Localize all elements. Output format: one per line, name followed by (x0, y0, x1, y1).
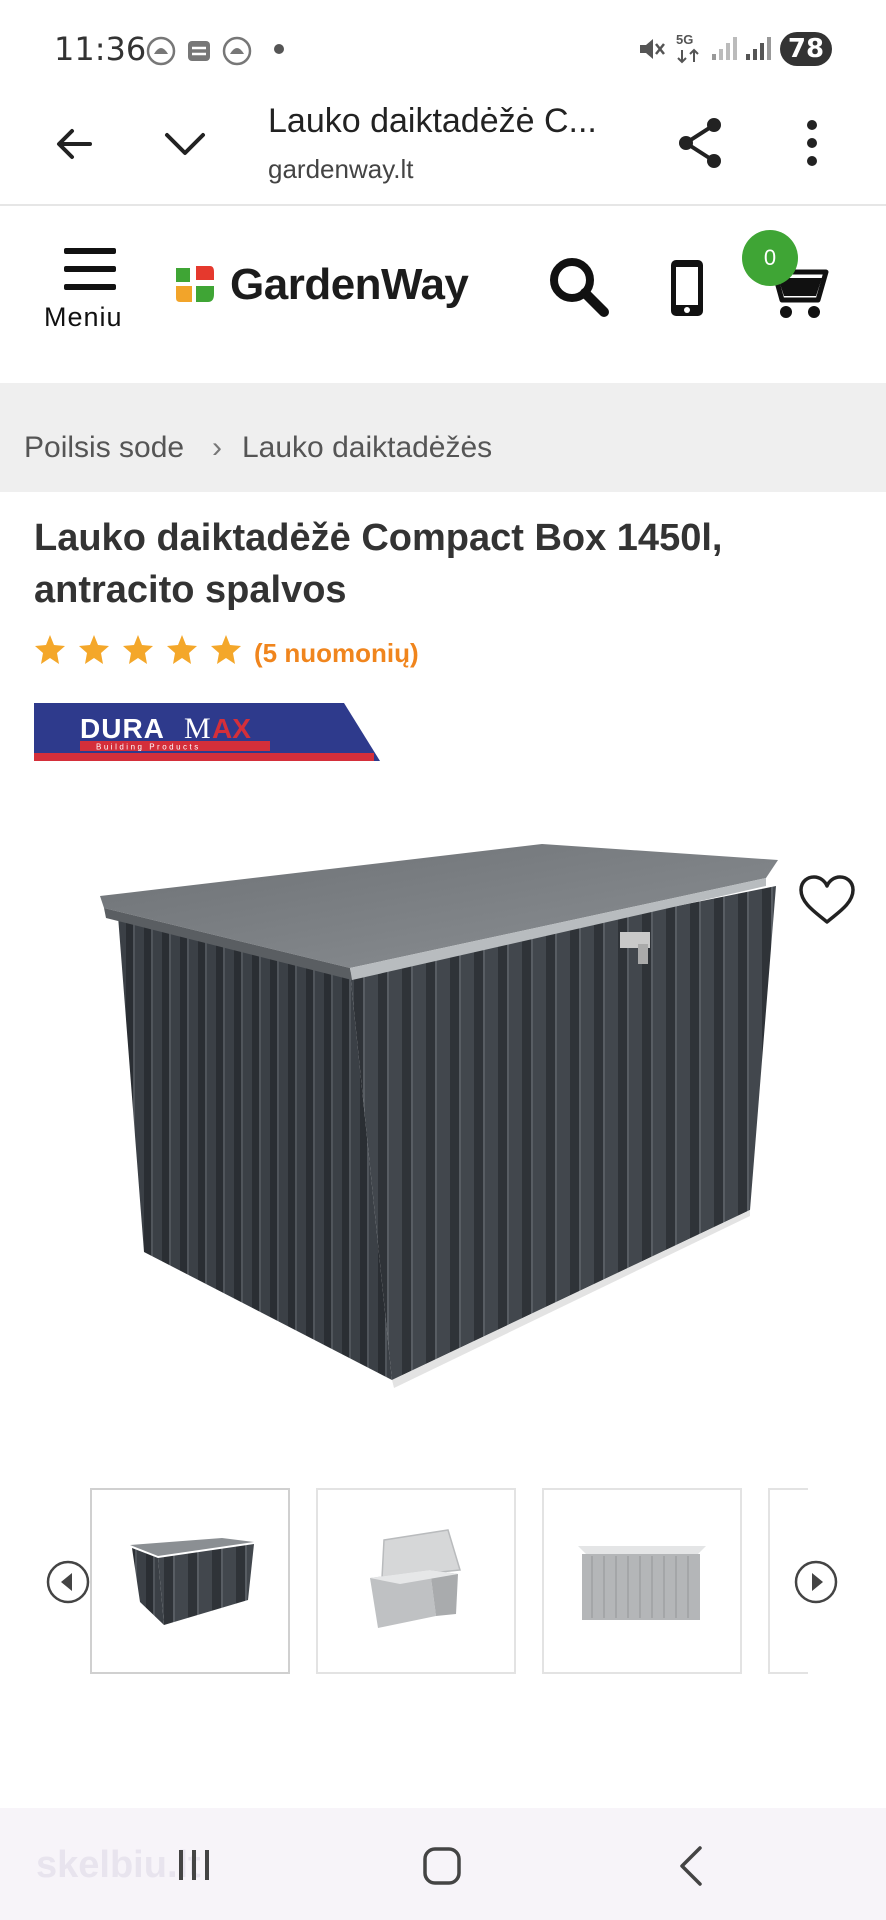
menu-label[interactable]: Meniu (44, 302, 123, 333)
5g-icon: 5G (676, 32, 699, 64)
page-title[interactable]: Lauko daiktadėžė C... (268, 102, 628, 141)
site-header: Meniu GardenWay 0 (0, 206, 886, 382)
thumbnail-2[interactable] (316, 1488, 516, 1674)
breadcrumb-separator: › (212, 431, 222, 464)
breadcrumb-item[interactable]: Poilsis sode (24, 431, 184, 465)
star-icon (79, 635, 109, 664)
battery-indicator: 78 (780, 32, 832, 66)
duramax-brand-logo[interactable]: DURA M AX Building Products (34, 703, 380, 761)
notification-icon (188, 41, 210, 61)
svg-text:M: M (184, 712, 211, 745)
star-icon (211, 635, 241, 664)
thumbnail-image (130, 1538, 254, 1625)
search-icon[interactable] (548, 256, 610, 318)
system-nav-bar: skelbiu.lt (0, 1808, 886, 1920)
reviews-link[interactable]: (5 nuomonių) (254, 638, 419, 669)
star-icon (123, 635, 153, 664)
heart-icon[interactable] (798, 874, 856, 926)
share-icon[interactable] (676, 116, 726, 170)
status-time: 11:36 (54, 30, 147, 68)
breadcrumb-item[interactable]: Lauko daiktadėžės (242, 431, 492, 465)
phone-icon[interactable] (668, 258, 706, 318)
back-arrow-icon[interactable] (52, 122, 96, 166)
home-icon[interactable] (422, 1846, 462, 1886)
signal-icon (746, 37, 771, 60)
signal-icon (712, 37, 737, 60)
star-icon (167, 635, 197, 664)
more-notifications-dot (274, 44, 284, 54)
chevron-down-icon[interactable] (162, 124, 208, 164)
carousel-next-icon[interactable] (794, 1560, 838, 1604)
hamburger-menu-icon[interactable] (64, 246, 116, 292)
thumbnail-image (578, 1546, 706, 1620)
logo-text[interactable]: GardenWay (230, 260, 469, 310)
more-options-icon[interactable] (800, 116, 824, 170)
browser-toolbar: Lauko daiktadėžė C... gardenway.lt (0, 98, 886, 206)
svg-text:AX: AX (212, 713, 251, 744)
breadcrumb: Poilsis sode › Lauko daiktadėžės (0, 383, 886, 492)
product-title: Lauko daiktadėžė Compact Box 1450l, antr… (34, 517, 723, 611)
notification-icon (222, 36, 252, 66)
status-bar: 11:36 5G 78 (0, 0, 886, 98)
star-icon (35, 635, 65, 664)
carousel-prev-icon[interactable] (46, 1560, 90, 1604)
svg-text:DURA: DURA (80, 713, 165, 744)
rating-stars[interactable] (34, 632, 250, 677)
thumbnail-3[interactable] (542, 1488, 742, 1674)
notification-icon (146, 36, 176, 66)
svg-text:5G: 5G (676, 32, 693, 47)
recent-apps-icon[interactable] (176, 1848, 212, 1882)
product-main-image[interactable] (90, 820, 790, 1400)
url-domain[interactable]: gardenway.lt (268, 154, 414, 185)
gardenway-logo-icon[interactable] (172, 264, 216, 304)
thumbnail-image (370, 1529, 461, 1628)
svg-text:Building Products: Building Products (96, 743, 201, 752)
mute-icon (640, 39, 665, 59)
cart-count-badge: 0 (742, 230, 798, 286)
thumbnail-1[interactable] (90, 1488, 290, 1674)
back-nav-icon[interactable] (676, 1844, 706, 1888)
